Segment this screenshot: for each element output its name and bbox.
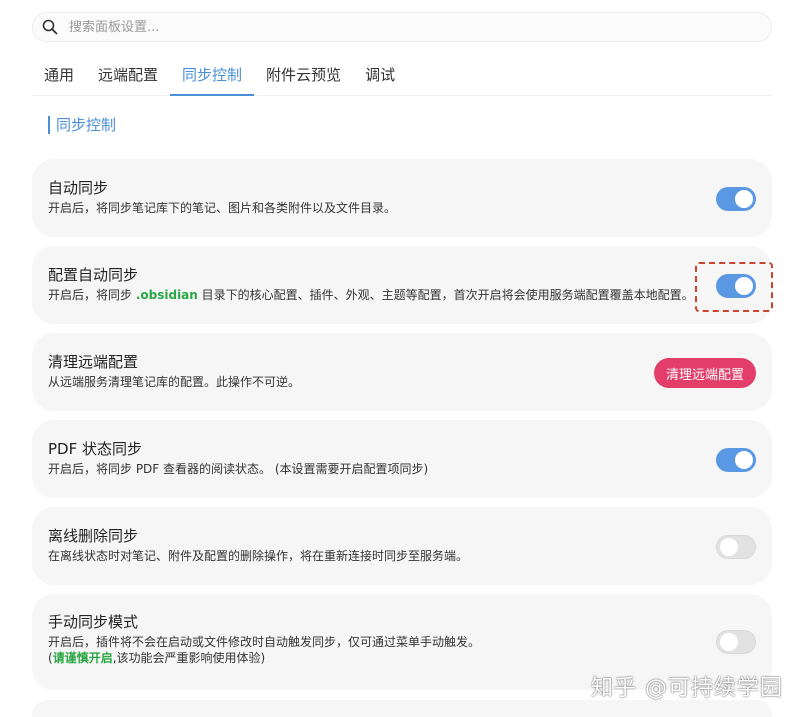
setting-title: 配置自动同步 (48, 266, 139, 284)
setting-description: 开启后，将同步 .obsidian 目录下的核心配置、插件、外观、主题等配置，首… (48, 288, 694, 302)
setting-pdf-sync: PDF 状态同步 开启后，将同步 PDF 查看器的阅读状态。 (本设置需要开启配… (32, 420, 772, 498)
setting-offline-delete-sync: 离线删除同步 在离线状态时对笔记、附件及配置的删除操作，将在重新连接时同步至服务… (32, 507, 772, 585)
setting-next-partial (32, 700, 772, 717)
search-icon (41, 18, 59, 36)
tab-general[interactable]: 通用 (32, 56, 86, 96)
tab-debug[interactable]: 调试 (353, 56, 407, 96)
obsidian-folder-highlight: .obsidian (135, 288, 198, 302)
setting-description: 开启后，将同步笔记库下的笔记、图片和各类附件以及文件目录。 (48, 201, 397, 215)
pdf-sync-toggle[interactable] (716, 448, 756, 472)
search-input[interactable] (69, 19, 709, 35)
tab-attachment-preview[interactable]: 附件云预览 (254, 56, 353, 96)
setting-title: PDF 状态同步 (48, 440, 142, 458)
setting-description: 在离线状态时对笔记、附件及配置的删除操作，将在重新连接时同步至服务端。 (48, 549, 469, 563)
setting-auto-sync: 自动同步 开启后，将同步笔记库下的笔记、图片和各类附件以及文件目录。 (32, 159, 772, 237)
setting-title: 自动同步 (48, 179, 109, 197)
setting-warning: (请谨慎开启,该功能会严重影响使用体验) (48, 651, 266, 665)
manual-sync-mode-toggle[interactable] (716, 630, 756, 654)
tab-sync-control[interactable]: 同步控制 (170, 56, 255, 96)
setting-title: 清理远端配置 (48, 353, 139, 371)
settings-tabs: 通用 远端配置 同步控制 附件云预览 调试 (32, 56, 772, 96)
setting-description: 开启后，将同步 PDF 查看器的阅读状态。 (本设置需要开启配置项同步) (48, 462, 429, 476)
setting-description: 开启后，插件将不会在启动或文件修改时自动触发同步，仅可通过菜单手动触发。 (48, 635, 481, 649)
setting-config-auto-sync: 配置自动同步 开启后，将同步 .obsidian 目录下的核心配置、插件、外观、… (32, 246, 772, 324)
settings-page: 通用 远端配置 同步控制 附件云预览 调试 同步控制 自动同步 开启后，将同步笔… (0, 0, 805, 717)
setting-clean-remote-config: 清理远端配置 从远端服务清理笔记库的配置。此操作不可逆。 清理远端配置 (32, 333, 772, 411)
setting-description: 从远端服务清理笔记库的配置。此操作不可逆。 (48, 375, 301, 389)
watermark: 知乎 @可持续学园 (591, 676, 783, 701)
search-bar[interactable] (32, 12, 772, 42)
annotation-highlight-box (695, 262, 773, 312)
tab-remote-config[interactable]: 远端配置 (86, 56, 170, 96)
setting-title: 手动同步模式 (48, 613, 139, 631)
setting-title: 离线删除同步 (48, 527, 139, 545)
clean-remote-config-button[interactable]: 清理远端配置 (653, 358, 756, 388)
offline-delete-sync-toggle[interactable] (716, 535, 756, 559)
auto-sync-toggle[interactable] (716, 187, 756, 211)
caution-highlight: 请谨慎开启 (52, 651, 113, 665)
section-heading: 同步控制 (48, 116, 116, 134)
